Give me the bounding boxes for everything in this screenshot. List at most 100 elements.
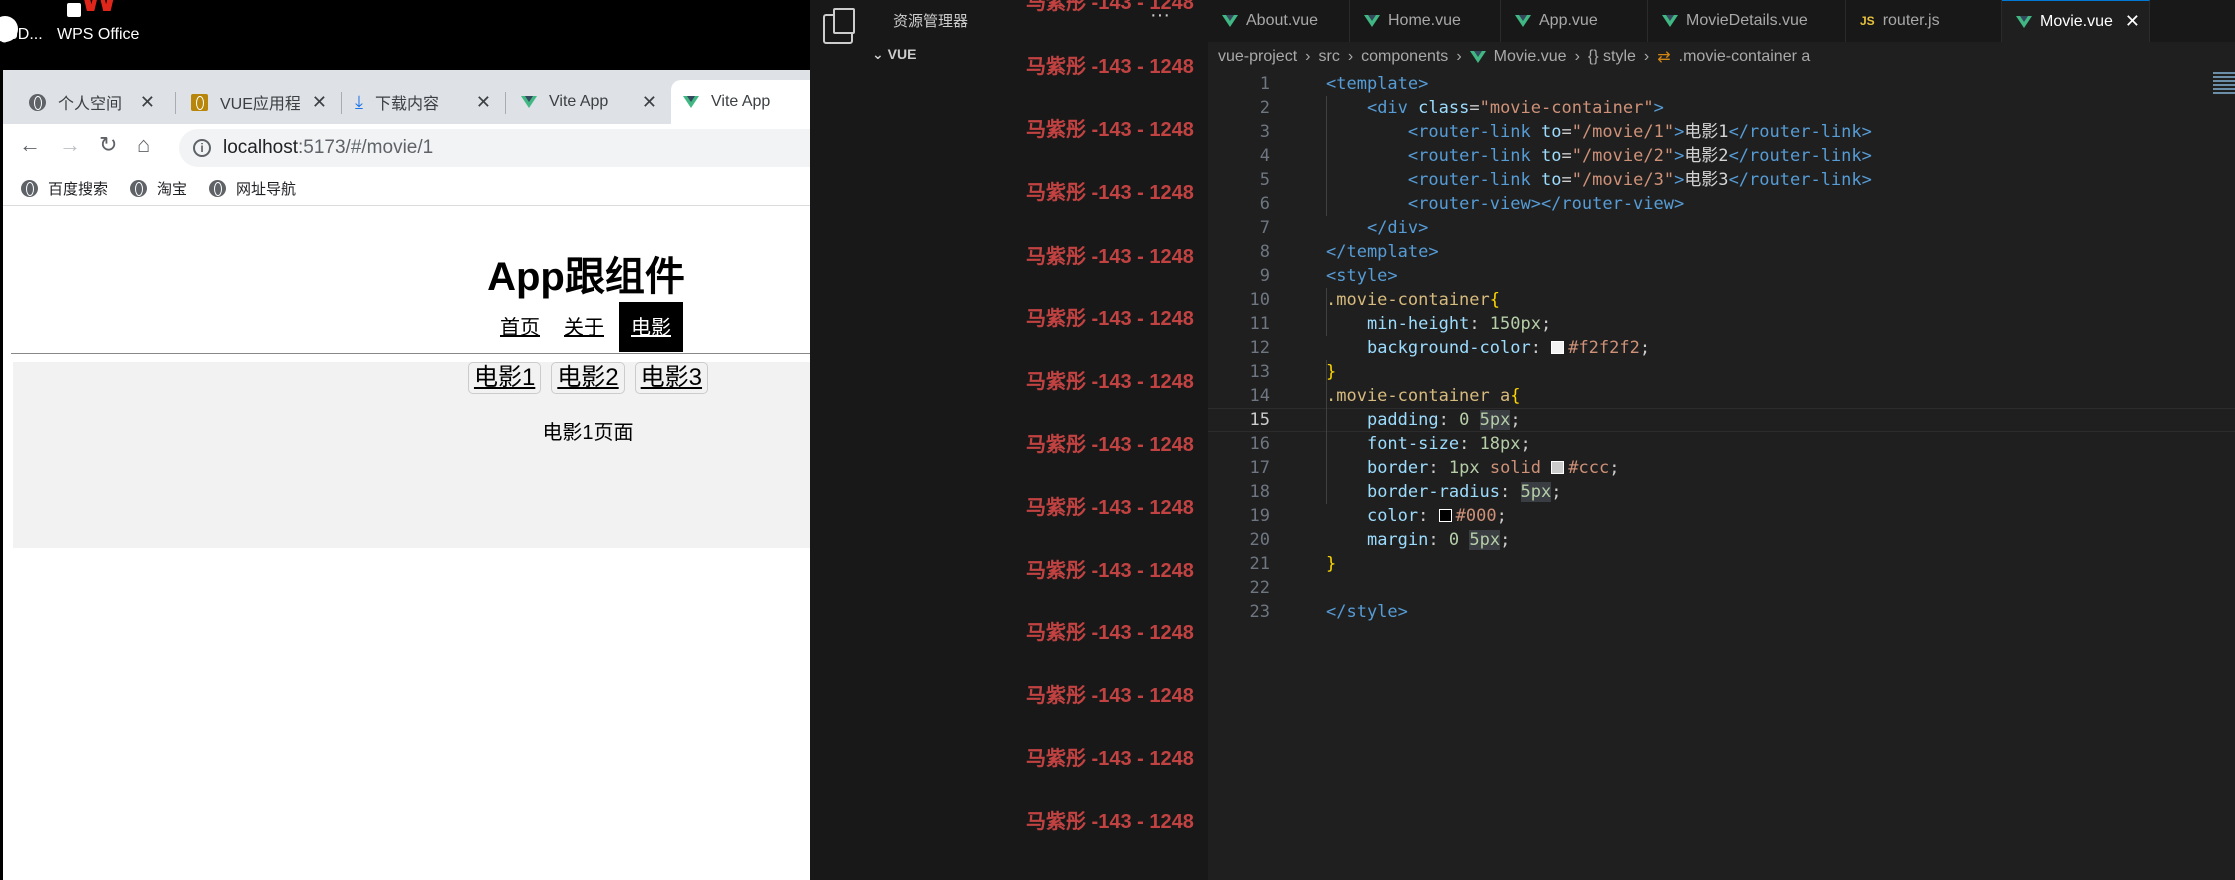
breadcrumb: vue-project › src › components › Movie.vue ›… [1208,42,2235,72]
close-icon[interactable]: ✕ [476,92,491,113]
code-line[interactable]: } [1326,360,1336,384]
tab-downloads[interactable]: ⤓ 下载内容 ✕ [343,80,503,124]
line-number: 3 [1259,122,1270,142]
editor-tab-movie[interactable]: Movie.vue ✕ [2002,0,2150,42]
code-line[interactable]: </div> [1326,216,1428,240]
watermark-text: 马紫彤 -143 - 1248 [1026,685,1194,707]
editor-tab-about[interactable]: About.vue [1208,0,1350,42]
movie-link-1[interactable]: 电影1 [467,362,542,394]
bookmark-taobao[interactable]: 淘宝 [130,178,187,199]
close-icon[interactable]: ✕ [312,92,327,113]
code-line[interactable]: <div class="movie-container"> [1326,96,1664,120]
code-line[interactable]: .movie-container{ [1326,288,1500,312]
nav-link-home[interactable]: 首页 [488,302,552,352]
code-line[interactable]: border-radius: 5px; [1326,480,1561,504]
tab-vite-app[interactable]: Vite App ✕ [509,80,669,124]
watermark-text: 马紫彤 -143 - 1248 [1026,0,1194,14]
code-line[interactable]: min-height: 150px; [1326,312,1551,336]
tab-personal-space[interactable]: 个人空间 ✕ [17,80,167,124]
breadcrumb-item[interactable]: Movie.vue [1494,48,1567,66]
vue-file-icon [1515,15,1531,27]
line-number: 14 [1249,386,1270,406]
site-info-icon[interactable]: i [193,139,211,157]
back-icon[interactable]: ← [19,132,41,158]
breadcrumb-item[interactable]: {} style [1588,48,1636,66]
line-number: 15 [1249,410,1270,430]
globe-icon [130,180,148,197]
bookmark-baidu[interactable]: 百度搜索 [21,178,108,199]
explorer-icon[interactable] [823,8,855,44]
minimap[interactable] [2213,72,2235,102]
line-number: 7 [1259,218,1270,238]
vue-file-icon [1364,15,1380,27]
breadcrumb-item[interactable]: vue-project [1218,48,1297,66]
tab-divider [341,92,342,114]
vscode-window: 资源管理器 ··· ⌄ VUE About.vue Home.vue App.v… [810,0,2235,880]
close-icon[interactable]: ✕ [642,92,657,113]
line-number: 10 [1249,290,1270,310]
editor-tab-label: Movie.vue [2040,12,2113,30]
close-icon[interactable]: ✕ [2125,11,2140,32]
js-file-icon: JS [1860,14,1875,28]
chevron-right-icon: › [1305,48,1311,65]
nav-link-about[interactable]: 关于 [552,302,616,352]
tab-divider [175,92,176,114]
desktop-icon-wps[interactable]: W WPS Office [52,0,139,50]
code-line[interactable]: <template> [1326,72,1428,96]
editor-tab-moviedetails[interactable]: MovieDetails.vue [1648,0,1846,42]
vue-file-icon [1662,15,1678,27]
explorer-title: 资源管理器 [893,13,969,30]
tab-vue-app-program[interactable]: VUE应用程序 ✕ [179,80,339,124]
movie-link-2[interactable]: 电影2 [551,362,625,394]
tab-label: Vite App [711,93,771,110]
vue-file-icon [1222,15,1238,27]
vue-logo-icon [683,96,699,108]
project-folder[interactable]: ⌄ VUE [872,46,916,63]
bookmark-label: 网址导航 [236,181,297,198]
tab-label: 下载内容 [374,96,439,113]
desktop-icon-go[interactable]: goD... [0,16,43,44]
breadcrumb-item[interactable]: src [1318,48,1339,66]
code-line[interactable]: .movie-container a{ [1326,384,1520,408]
code-line[interactable]: border: 1px solid #ccc; [1326,456,1620,480]
code-line[interactable]: <router-link to="/movie/2">电影2</router-l… [1326,144,1872,168]
nav-link-movie[interactable]: 电影 [619,302,683,352]
forward-icon[interactable]: → [59,132,81,158]
tab-label: 个人空间 [58,96,123,113]
code-line[interactable]: </template> [1326,240,1439,264]
watermark-text: 马紫彤 -143 - 1248 [1026,308,1194,330]
code-line[interactable]: </style> [1326,600,1408,624]
wps-logo-icon: W [80,0,118,20]
breadcrumb-item[interactable]: .movie-container a [1679,48,1811,66]
code-line[interactable]: padding: 0 5px; [1326,408,1521,432]
code-line[interactable]: } [1326,552,1336,576]
editor-tab-app[interactable]: App.vue [1501,0,1648,42]
chevron-right-icon: › [1574,48,1580,65]
watermark-text: 马紫彤 -143 - 1248 [1026,434,1194,456]
code-line[interactable]: color: #000; [1326,504,1507,528]
code-line[interactable]: font-size: 18px; [1326,432,1531,456]
breadcrumb-item[interactable]: components [1361,48,1448,66]
close-icon[interactable]: ✕ [140,92,155,113]
reload-icon[interactable]: ↻ [99,132,117,158]
code-line[interactable]: <router-view></router-view> [1326,192,1684,216]
line-number: 8 [1259,242,1270,262]
code-line[interactable]: margin: 0 5px; [1326,528,1510,552]
code-line[interactable]: <router-link to="/movie/1">电影1</router-l… [1326,120,1872,144]
editor-tab-router[interactable]: JS router.js [1846,0,2002,42]
movie-link-3[interactable]: 电影3 [634,362,709,394]
chevron-down-icon: ⌄ [872,46,888,62]
line-number: 21 [1249,554,1270,574]
code-line[interactable]: background-color: #f2f2f2; [1326,336,1650,360]
shortcut-badge-icon [67,3,81,17]
vue-file-icon [2016,15,2032,28]
home-icon[interactable]: ⌂ [137,132,150,158]
line-number: 6 [1259,194,1270,214]
editor-tab-home[interactable]: Home.vue [1350,0,1501,42]
watermark-text: 马紫彤 -143 - 1248 [1026,811,1194,833]
vue-file-icon [1469,51,1486,63]
code-editor[interactable]: 1 2 3 4 5 6 7 8 9 10 11 12 13 14 15 16 1… [1208,72,2235,880]
bookmark-nav[interactable]: 网址导航 [209,178,296,199]
code-line[interactable]: <router-link to="/movie/3">电影3</router-l… [1326,168,1872,192]
code-line[interactable]: <style> [1326,264,1398,288]
